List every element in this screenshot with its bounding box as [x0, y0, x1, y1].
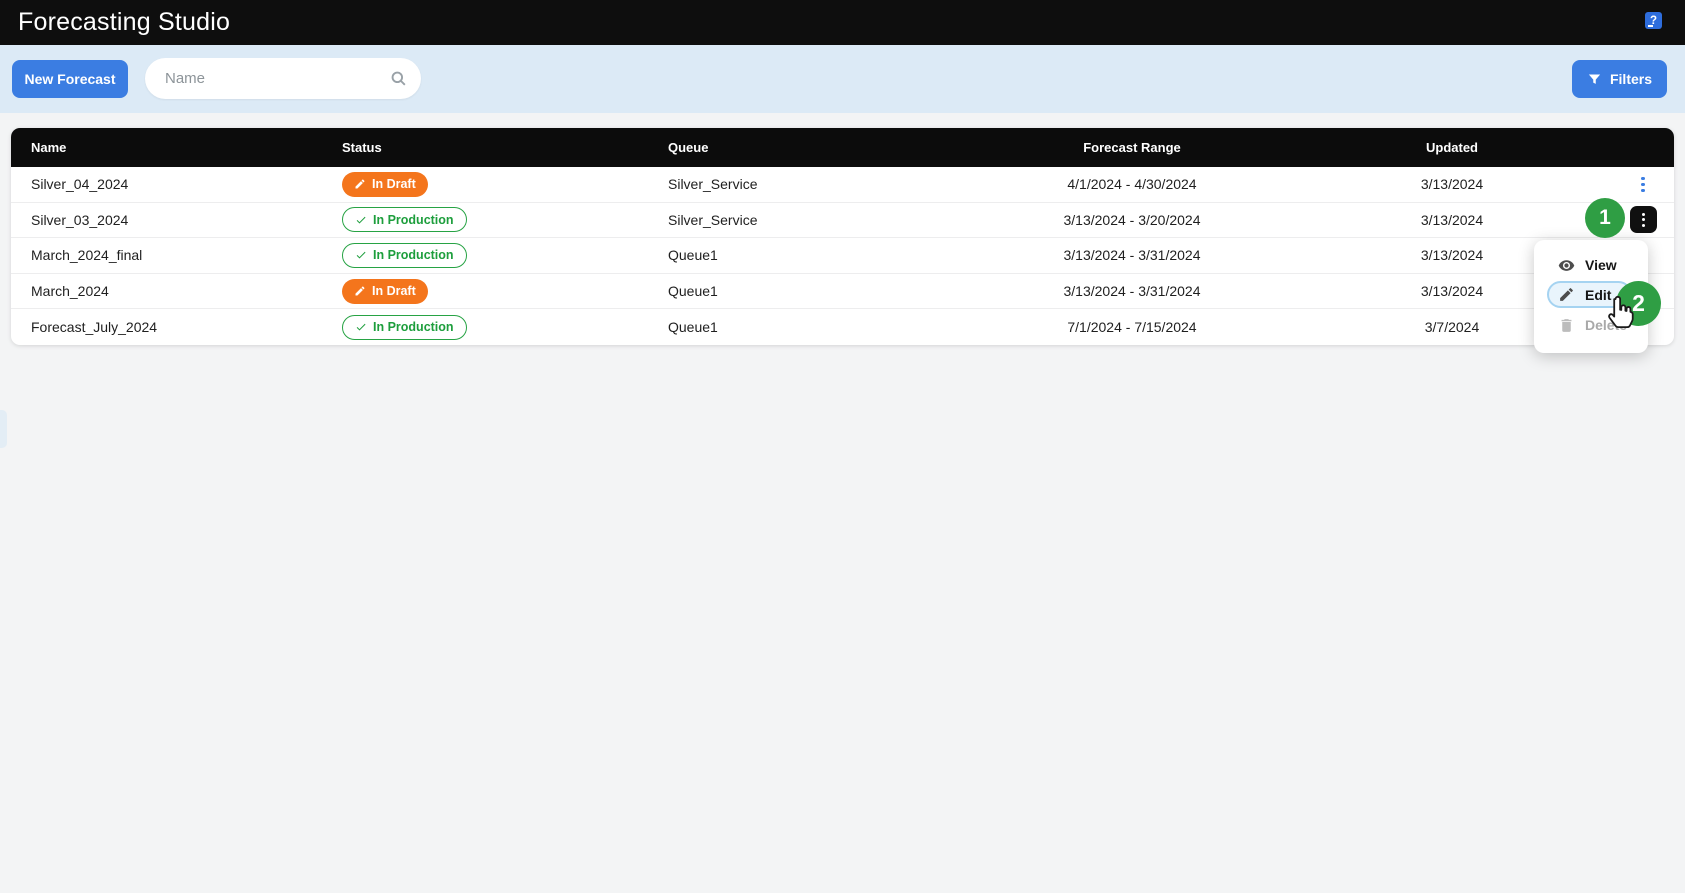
status-label: In Production	[373, 248, 454, 262]
queue-name: Queue1	[648, 247, 972, 263]
forecast-range: 3/13/2024 - 3/31/2024	[972, 283, 1292, 299]
status-badge: In Production	[342, 207, 467, 232]
context-menu-item[interactable]: View	[1534, 250, 1648, 280]
table-header-row: Name Status Queue Forecast Range Updated	[11, 128, 1674, 167]
check-icon	[355, 321, 367, 333]
table-row[interactable]: March_2024 In Draft Queue1 3/13/2024 - 3…	[11, 274, 1674, 310]
forecast-name: March_2024_final	[11, 247, 322, 263]
status-label: In Draft	[372, 284, 416, 298]
queue-name: Queue1	[648, 283, 972, 299]
status-label: In Draft	[372, 177, 416, 191]
trash-icon	[1558, 317, 1575, 334]
pencil-icon	[354, 178, 366, 190]
funnel-icon	[1587, 72, 1602, 87]
forecast-name: Silver_03_2024	[11, 212, 322, 228]
check-icon	[355, 214, 367, 226]
search-input[interactable]	[145, 58, 421, 99]
status-label: In Production	[373, 320, 454, 334]
column-header-queue: Queue	[648, 140, 972, 155]
table-row[interactable]: Silver_03_2024 In Production Silver_Serv…	[11, 203, 1674, 239]
table-row[interactable]: Silver_04_2024 In Draft Silver_Service 4…	[11, 167, 1674, 203]
status-badge: In Draft	[342, 279, 428, 304]
annotation-step-2-badge: 2	[1616, 281, 1661, 326]
forecast-name: Silver_04_2024	[11, 176, 322, 192]
column-header-name: Name	[11, 140, 322, 155]
check-icon	[355, 249, 367, 261]
queue-name: Silver_Service	[648, 212, 972, 228]
table-row[interactable]: March_2024_final In Production Queue1 3/…	[11, 238, 1674, 274]
forecast-range: 3/13/2024 - 3/20/2024	[972, 212, 1292, 228]
new-forecast-button[interactable]: New Forecast	[12, 60, 128, 98]
toolbar: New Forecast Filters	[0, 45, 1685, 113]
column-header-status: Status	[322, 140, 648, 155]
updated-date: 3/13/2024	[1292, 176, 1612, 192]
left-edge-panel-handle[interactable]	[0, 410, 7, 448]
context-menu-item-label: View	[1585, 257, 1617, 273]
pencil-icon	[1558, 286, 1575, 303]
forecast-name: March_2024	[11, 283, 322, 299]
row-actions-menu-button[interactable]	[1630, 206, 1657, 233]
forecast-range: 7/1/2024 - 7/15/2024	[972, 319, 1292, 335]
table-row[interactable]: Forecast_July_2024 In Production Queue1 …	[11, 309, 1674, 345]
pencil-icon	[354, 285, 366, 297]
status-badge: In Draft	[342, 172, 428, 197]
forecast-range: 4/1/2024 - 4/30/2024	[972, 176, 1292, 192]
column-header-forecast-range: Forecast Range	[972, 140, 1292, 155]
help-icon[interactable]: ?	[1645, 12, 1662, 29]
search-icon	[389, 69, 408, 88]
filters-label: Filters	[1610, 71, 1652, 87]
filters-button[interactable]: Filters	[1572, 60, 1667, 98]
status-badge: In Production	[342, 315, 467, 340]
status-badge: In Production	[342, 243, 467, 268]
eye-icon	[1558, 257, 1575, 274]
queue-name: Silver_Service	[648, 176, 972, 192]
context-menu-item-label: Edit	[1585, 287, 1611, 303]
forecast-table: Name Status Queue Forecast Range Updated…	[11, 128, 1674, 345]
table-body: Silver_04_2024 In Draft Silver_Service 4…	[11, 167, 1674, 345]
page-title: Forecasting Studio	[18, 8, 230, 37]
context-menu-item-label: Delete	[1585, 317, 1627, 333]
annotation-step-1-badge: 1	[1585, 198, 1625, 238]
forecast-name: Forecast_July_2024	[11, 319, 322, 335]
queue-name: Queue1	[648, 319, 972, 335]
forecast-range: 3/13/2024 - 3/31/2024	[972, 247, 1292, 263]
column-header-updated: Updated	[1292, 140, 1612, 155]
updated-date: 3/13/2024	[1292, 212, 1612, 228]
top-app-bar: Forecasting Studio ?	[0, 0, 1685, 45]
forecasting-studio-page: Forecasting Studio ? New Forecast Filter…	[0, 0, 1685, 893]
search-box	[145, 58, 421, 99]
row-actions-menu-button[interactable]	[1630, 171, 1657, 198]
status-label: In Production	[373, 213, 454, 227]
